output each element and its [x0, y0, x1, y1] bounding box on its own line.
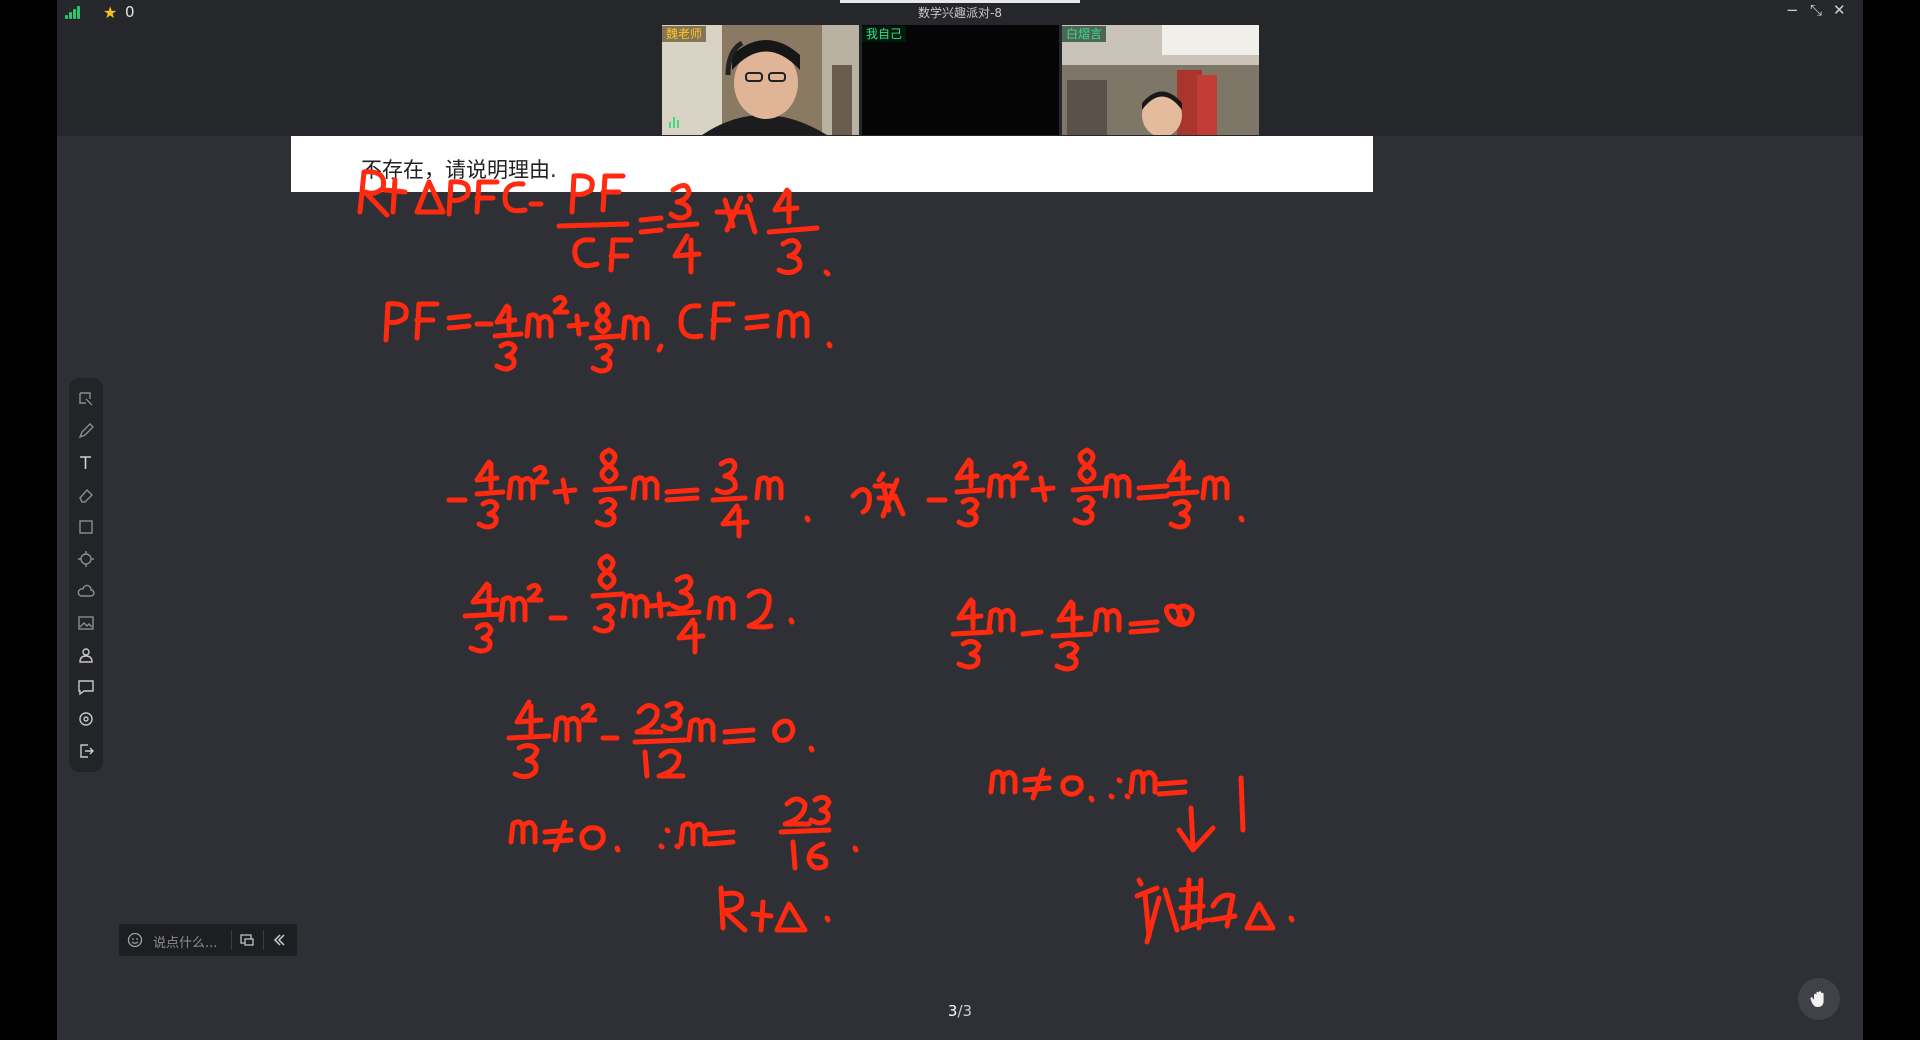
total-pages: 3 — [962, 1002, 973, 1020]
pen-icon[interactable] — [77, 422, 95, 440]
laser-icon[interactable] — [77, 550, 95, 568]
ink-line-4 — [462, 553, 1195, 672]
divider — [263, 930, 264, 950]
ink-line-2 — [383, 294, 833, 374]
minimize-icon[interactable]: − — [1786, 1, 1799, 19]
ink-line-3 — [446, 447, 1245, 539]
chat-icon[interactable] — [77, 678, 95, 696]
select-icon[interactable] — [77, 390, 95, 408]
restore-icon[interactable]: ⤡ — [1810, 1, 1822, 19]
video-label: 魏老师 — [662, 26, 707, 42]
top-bar: ★ 0 数学兴趣派对-8 − ⤡ ✕ 魏老师 我自己 白熠言 — [57, 0, 1863, 136]
shape-icon[interactable] — [77, 518, 95, 536]
screen-share-icon[interactable] — [239, 932, 255, 948]
collapse-icon[interactable] — [271, 932, 287, 948]
slide-question-text: 不存在，请说明理由. — [361, 158, 557, 182]
screen-border — [1863, 0, 1920, 1040]
classroom-app: ★ 0 数学兴趣派对-8 − ⤡ ✕ 魏老师 我自己 白熠言 不存在，请说明理由… — [57, 0, 1863, 1040]
exit-icon[interactable] — [77, 742, 95, 760]
divider — [231, 930, 232, 950]
settings-icon[interactable] — [77, 710, 95, 728]
video-tile-self[interactable]: 我自己 — [862, 25, 1059, 135]
raise-hand-button[interactable] — [1798, 978, 1840, 1020]
title-indicator — [840, 0, 1080, 3]
hand-icon — [1810, 991, 1824, 1007]
slide-content: 不存在，请说明理由. — [291, 136, 1373, 192]
video-label: 白熠言 — [1062, 26, 1107, 42]
ink-line-5 — [506, 699, 1246, 833]
emoji-icon[interactable] — [127, 932, 143, 948]
window-title: 数学兴趣派对-8 — [918, 6, 1002, 20]
video-label: 我自己 — [862, 26, 907, 42]
video-tile-teacher[interactable]: 魏老师 — [662, 25, 859, 135]
chat-input[interactable]: 说点什么... — [153, 932, 217, 951]
mic-level-icon — [669, 116, 683, 128]
ink-line-7 — [718, 877, 1295, 945]
eraser-icon[interactable] — [77, 486, 95, 504]
user-icon[interactable] — [77, 646, 95, 664]
image-icon[interactable] — [77, 614, 95, 632]
text-icon[interactable] — [77, 454, 95, 472]
video-tile-student[interactable]: 白熠言 — [1062, 25, 1259, 135]
page-indicator: 3/3 — [57, 1002, 1863, 1020]
ink-line-6 — [508, 794, 1216, 871]
cloud-upload-icon[interactable] — [77, 582, 95, 600]
close-icon[interactable]: ✕ — [1833, 1, 1846, 19]
whiteboard-toolbar — [69, 378, 103, 772]
chat-input-bar[interactable]: 说点什么... — [119, 924, 297, 956]
